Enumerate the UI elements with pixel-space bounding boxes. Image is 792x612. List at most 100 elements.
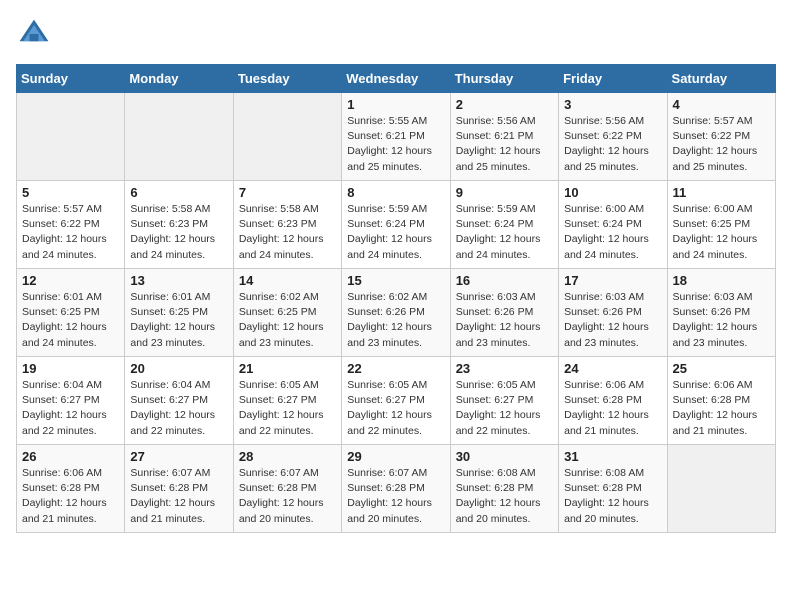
calendar-cell: 26 Sunrise: 6:06 AM Sunset: 6:28 PM Dayli… <box>17 445 125 533</box>
day-info: Sunrise: 6:06 AM Sunset: 6:28 PM Dayligh… <box>22 466 119 527</box>
page-header <box>16 16 776 52</box>
calendar-cell: 10Sunrise: 6:00 AM Sunset: 6:24 PM Dayli… <box>559 181 667 269</box>
day-info: Sunrise: 5:56 AM Sunset: 6:22 PM Dayligh… <box>564 114 661 175</box>
day-number: 26 <box>22 449 119 464</box>
day-number: 18 <box>673 273 770 288</box>
day-info: Sunrise: 6:04 AM Sunset: 6:27 PM Dayligh… <box>22 378 119 439</box>
calendar-week-row: 26 Sunrise: 6:06 AM Sunset: 6:28 PM Dayli… <box>17 445 776 533</box>
calendar-cell: 5 Sunrise: 5:57 AM Sunset: 6:22 PM Daylig… <box>17 181 125 269</box>
day-number: 5 <box>22 185 119 200</box>
weekday-header-saturday: Saturday <box>667 65 775 93</box>
day-number: 19 <box>22 361 119 376</box>
day-info: Sunrise: 5:58 AM Sunset: 6:23 PM Dayligh… <box>130 202 227 263</box>
day-info: Sunrise: 6:04 AM Sunset: 6:27 PM Dayligh… <box>130 378 227 439</box>
calendar-cell: 31 Sunrise: 6:08 AM Sunset: 6:28 PM Dayli… <box>559 445 667 533</box>
calendar-cell <box>233 93 341 181</box>
day-info: Sunrise: 5:59 AM Sunset: 6:24 PM Dayligh… <box>347 202 444 263</box>
day-info: Sunrise: 6:05 AM Sunset: 6:27 PM Dayligh… <box>239 378 336 439</box>
day-number: 22 <box>347 361 444 376</box>
weekday-header-row: SundayMondayTuesdayWednesdayThursdayFrid… <box>17 65 776 93</box>
day-number: 28 <box>239 449 336 464</box>
day-number: 20 <box>130 361 227 376</box>
weekday-header-wednesday: Wednesday <box>342 65 450 93</box>
calendar-cell: 18 Sunrise: 6:03 AM Sunset: 6:26 PM Dayli… <box>667 269 775 357</box>
day-info: Sunrise: 6:02 AM Sunset: 6:25 PM Dayligh… <box>239 290 336 351</box>
day-info: Sunrise: 6:03 AM Sunset: 6:26 PM Dayligh… <box>456 290 553 351</box>
day-number: 2 <box>456 97 553 112</box>
day-number: 13 <box>130 273 227 288</box>
calendar-cell: 30 Sunrise: 6:08 AM Sunset: 6:28 PM Dayli… <box>450 445 558 533</box>
day-info: Sunrise: 6:00 AM Sunset: 6:25 PM Dayligh… <box>673 202 770 263</box>
calendar-cell: 28Sunrise: 6:07 AM Sunset: 6:28 PM Dayli… <box>233 445 341 533</box>
calendar-cell: 29 Sunrise: 6:07 AM Sunset: 6:28 PM Dayli… <box>342 445 450 533</box>
day-number: 29 <box>347 449 444 464</box>
day-info: Sunrise: 5:57 AM Sunset: 6:22 PM Dayligh… <box>22 202 119 263</box>
day-number: 14 <box>239 273 336 288</box>
day-number: 8 <box>347 185 444 200</box>
calendar-cell: 27Sunrise: 6:07 AM Sunset: 6:28 PM Dayli… <box>125 445 233 533</box>
weekday-header-thursday: Thursday <box>450 65 558 93</box>
weekday-header-sunday: Sunday <box>17 65 125 93</box>
calendar-cell: 2 Sunrise: 5:56 AM Sunset: 6:21 PM Daylig… <box>450 93 558 181</box>
calendar-cell: 20 Sunrise: 6:04 AM Sunset: 6:27 PM Dayli… <box>125 357 233 445</box>
day-info: Sunrise: 6:06 AM Sunset: 6:28 PM Dayligh… <box>673 378 770 439</box>
day-number: 11 <box>673 185 770 200</box>
day-number: 21 <box>239 361 336 376</box>
calendar-cell: 17 Sunrise: 6:03 AM Sunset: 6:26 PM Dayli… <box>559 269 667 357</box>
day-info: Sunrise: 6:03 AM Sunset: 6:26 PM Dayligh… <box>564 290 661 351</box>
day-number: 12 <box>22 273 119 288</box>
day-info: Sunrise: 5:56 AM Sunset: 6:21 PM Dayligh… <box>456 114 553 175</box>
calendar-cell: 11 Sunrise: 6:00 AM Sunset: 6:25 PM Dayli… <box>667 181 775 269</box>
calendar-cell <box>125 93 233 181</box>
calendar-cell: 25 Sunrise: 6:06 AM Sunset: 6:28 PM Dayli… <box>667 357 775 445</box>
calendar-week-row: 5 Sunrise: 5:57 AM Sunset: 6:22 PM Daylig… <box>17 181 776 269</box>
day-info: Sunrise: 6:03 AM Sunset: 6:26 PM Dayligh… <box>673 290 770 351</box>
calendar-body: 1Sunrise: 5:55 AM Sunset: 6:21 PM Daylig… <box>17 93 776 533</box>
calendar-cell: 9Sunrise: 5:59 AM Sunset: 6:24 PM Daylig… <box>450 181 558 269</box>
calendar-cell <box>17 93 125 181</box>
day-number: 27 <box>130 449 227 464</box>
calendar-cell <box>667 445 775 533</box>
day-info: Sunrise: 5:58 AM Sunset: 6:23 PM Dayligh… <box>239 202 336 263</box>
day-number: 25 <box>673 361 770 376</box>
calendar-cell: 3 Sunrise: 5:56 AM Sunset: 6:22 PM Daylig… <box>559 93 667 181</box>
day-info: Sunrise: 6:08 AM Sunset: 6:28 PM Dayligh… <box>456 466 553 527</box>
calendar-table: SundayMondayTuesdayWednesdayThursdayFrid… <box>16 64 776 533</box>
day-number: 1 <box>347 97 444 112</box>
day-info: Sunrise: 6:01 AM Sunset: 6:25 PM Dayligh… <box>22 290 119 351</box>
day-info: Sunrise: 6:02 AM Sunset: 6:26 PM Dayligh… <box>347 290 444 351</box>
calendar-cell: 4Sunrise: 5:57 AM Sunset: 6:22 PM Daylig… <box>667 93 775 181</box>
day-number: 6 <box>130 185 227 200</box>
calendar-cell: 22Sunrise: 6:05 AM Sunset: 6:27 PM Dayli… <box>342 357 450 445</box>
calendar-cell: 13 Sunrise: 6:01 AM Sunset: 6:25 PM Dayli… <box>125 269 233 357</box>
calendar-cell: 6 Sunrise: 5:58 AM Sunset: 6:23 PM Daylig… <box>125 181 233 269</box>
day-info: Sunrise: 6:01 AM Sunset: 6:25 PM Dayligh… <box>130 290 227 351</box>
calendar-header: SundayMondayTuesdayWednesdayThursdayFrid… <box>17 65 776 93</box>
calendar-week-row: 19 Sunrise: 6:04 AM Sunset: 6:27 PM Dayli… <box>17 357 776 445</box>
day-number: 23 <box>456 361 553 376</box>
calendar-cell: 15Sunrise: 6:02 AM Sunset: 6:26 PM Dayli… <box>342 269 450 357</box>
calendar-cell: 7 Sunrise: 5:58 AM Sunset: 6:23 PM Daylig… <box>233 181 341 269</box>
calendar-cell: 21 Sunrise: 6:05 AM Sunset: 6:27 PM Dayli… <box>233 357 341 445</box>
day-number: 30 <box>456 449 553 464</box>
day-number: 17 <box>564 273 661 288</box>
day-info: Sunrise: 6:06 AM Sunset: 6:28 PM Dayligh… <box>564 378 661 439</box>
weekday-header-monday: Monday <box>125 65 233 93</box>
calendar-cell: 12 Sunrise: 6:01 AM Sunset: 6:25 PM Dayli… <box>17 269 125 357</box>
day-info: Sunrise: 6:08 AM Sunset: 6:28 PM Dayligh… <box>564 466 661 527</box>
calendar-cell: 8 Sunrise: 5:59 AM Sunset: 6:24 PM Daylig… <box>342 181 450 269</box>
day-number: 4 <box>673 97 770 112</box>
day-number: 9 <box>456 185 553 200</box>
weekday-header-friday: Friday <box>559 65 667 93</box>
day-number: 3 <box>564 97 661 112</box>
day-number: 16 <box>456 273 553 288</box>
calendar-cell: 19 Sunrise: 6:04 AM Sunset: 6:27 PM Dayli… <box>17 357 125 445</box>
day-info: Sunrise: 6:07 AM Sunset: 6:28 PM Dayligh… <box>347 466 444 527</box>
calendar-week-row: 12 Sunrise: 6:01 AM Sunset: 6:25 PM Dayli… <box>17 269 776 357</box>
logo <box>16 16 56 52</box>
day-number: 24 <box>564 361 661 376</box>
weekday-header-tuesday: Tuesday <box>233 65 341 93</box>
day-number: 7 <box>239 185 336 200</box>
day-number: 31 <box>564 449 661 464</box>
calendar-cell: 24 Sunrise: 6:06 AM Sunset: 6:28 PM Dayli… <box>559 357 667 445</box>
